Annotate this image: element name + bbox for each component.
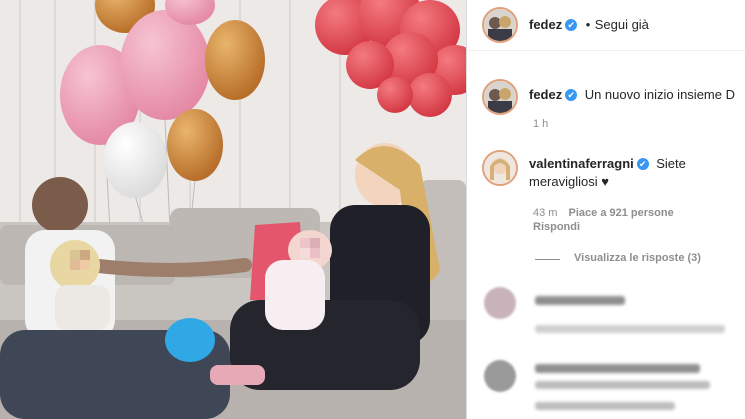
view-replies-divider (535, 259, 560, 260)
commenter-avatar[interactable] (482, 150, 518, 186)
caption-time[interactable]: 1 h (533, 118, 548, 130)
caption-username[interactable]: fedez (529, 87, 562, 102)
blurred-comment-avatar (484, 287, 516, 319)
comment-likes[interactable]: Piace a 921 persone (569, 207, 674, 219)
follow-status-button[interactable]: Segui già (595, 17, 649, 32)
verified-badge-icon: ✔ (636, 157, 649, 170)
blurred-comment-line (535, 325, 725, 333)
author-avatar[interactable] (482, 7, 518, 43)
family-photo-illustration (0, 0, 466, 419)
separator-dot: • (585, 17, 591, 32)
blurred-comment-line (535, 364, 700, 373)
avatar-image-icon (484, 9, 516, 41)
blurred-comment-line (535, 381, 710, 389)
avatar-image-icon (484, 81, 516, 113)
view-replies-button[interactable]: Visualizza le risposte (3) (574, 252, 701, 264)
post-header: fedez ✔ • Segui già (467, 0, 745, 51)
comment-username[interactable]: valentinaferragni (529, 156, 634, 171)
verified-badge-icon: ✔ (565, 88, 578, 101)
post-side-panel: fedez ✔ • Segui già fedez ✔ Un nuovo inizi… (466, 0, 745, 419)
post-photo[interactable] (0, 0, 466, 419)
comment-time[interactable]: 43 m (533, 207, 557, 219)
blurred-comment-avatar (484, 360, 516, 392)
blurred-comment-line (535, 296, 625, 305)
avatar-image-icon (484, 152, 516, 184)
verified-badge-icon: ✔ (565, 18, 578, 31)
caption-text: Un nuovo inizio insieme D (584, 87, 735, 102)
author-username[interactable]: fedez (529, 17, 562, 32)
caption-author-avatar[interactable] (482, 79, 518, 115)
blurred-comment-line (535, 402, 675, 410)
comment-reply-button[interactable]: Rispondi (533, 221, 580, 233)
